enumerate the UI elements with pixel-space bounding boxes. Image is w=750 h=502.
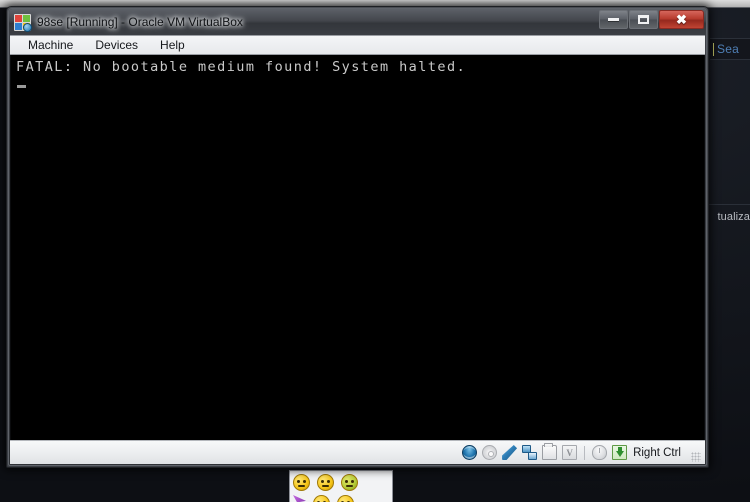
desktop: tualiza Sea 98se [Running] - Oracle VM V… [0, 0, 750, 502]
search-input[interactable]: Sea [717, 42, 739, 56]
video-capture-icon[interactable]: V [562, 445, 578, 460]
window-titlebar[interactable]: 98se [Running] - Oracle VM VirtualBox ✖ [9, 9, 706, 35]
mouse-integration-icon[interactable] [592, 445, 608, 460]
emoticon-mouth [298, 485, 305, 487]
console-line-1: FATAL: No bootable medium found! System … [16, 59, 467, 75]
maximize-icon [638, 15, 649, 24]
emoticon-row [293, 474, 392, 491]
window-menubar: Machine Devices Help [10, 35, 705, 55]
resize-grip[interactable] [691, 452, 701, 462]
minimize-button[interactable] [599, 10, 628, 29]
menu-devices[interactable]: Devices [84, 36, 149, 55]
background-search-field[interactable]: Sea [710, 38, 750, 60]
background-window-side-label: tualiza [717, 211, 750, 223]
host-key-icon[interactable] [612, 445, 628, 460]
emoticon-mouth [346, 485, 353, 487]
shared-folders-icon[interactable] [542, 443, 558, 460]
menu-help[interactable]: Help [149, 36, 196, 55]
statusbar-divider [584, 445, 586, 460]
usb-icon[interactable] [502, 445, 518, 460]
maximize-button[interactable] [629, 10, 658, 29]
emoticon-sick[interactable] [341, 474, 358, 491]
console-output: FATAL: No bootable medium found! System … [11, 55, 704, 93]
host-key-label: Right Ctrl [633, 446, 681, 459]
close-button[interactable]: ✖ [659, 10, 704, 29]
cursor-arrow-icon[interactable] [293, 495, 306, 502]
emoticon-smile[interactable] [313, 495, 330, 502]
hard-disk-icon[interactable] [462, 445, 478, 460]
console-cursor [17, 85, 26, 88]
emoticon-thinking[interactable] [293, 474, 310, 491]
text-caret [713, 42, 714, 56]
virtualbox-vm-icon [14, 13, 32, 32]
network-icon[interactable] [522, 445, 538, 460]
menu-machine[interactable]: Machine [17, 36, 84, 55]
emoticon-grin[interactable] [337, 495, 354, 502]
optical-disk-icon[interactable] [482, 445, 498, 460]
vm-display-area[interactable]: FATAL: No bootable medium found! System … [10, 55, 705, 440]
close-icon: ✖ [676, 12, 687, 27]
window-title: 98se [Running] - Oracle VM VirtualBox [37, 15, 243, 29]
virtualbox-vm-window[interactable]: 98se [Running] - Oracle VM VirtualBox ✖ … [6, 6, 709, 468]
minimize-icon [608, 18, 619, 21]
window-frame: 98se [Running] - Oracle VM VirtualBox ✖ … [8, 8, 707, 466]
window-controls: ✖ [599, 10, 704, 29]
emoticon-mouth [322, 485, 329, 487]
vm-statusbar: V Right Ctrl [10, 440, 705, 464]
background-window-divider [708, 204, 750, 205]
emoticon-row [293, 495, 392, 502]
virtualbox-logo-icon [23, 22, 32, 32]
emoticon-surprised[interactable] [317, 474, 334, 491]
network-monitor-front [528, 452, 538, 460]
emoticon-picker-panel[interactable] [289, 470, 393, 502]
